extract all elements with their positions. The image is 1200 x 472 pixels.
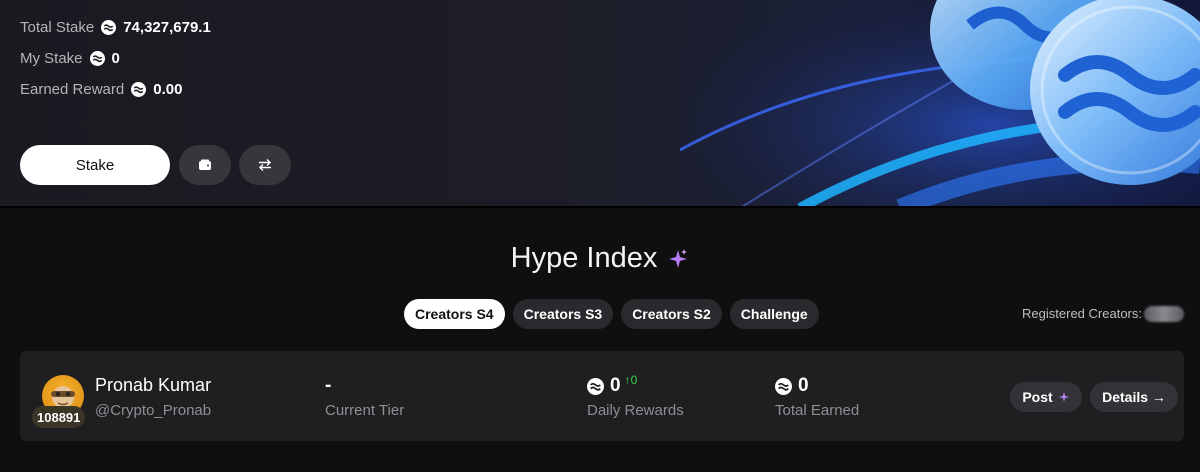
tab-creators-s4[interactable]: Creators S4 — [404, 299, 505, 329]
sparkle-icon — [669, 248, 688, 268]
coin-icon — [89, 50, 105, 66]
post-button[interactable]: Post — [1010, 382, 1082, 412]
earned-reward-label: Earned Reward — [20, 80, 125, 98]
stake-button[interactable]: Stake — [20, 145, 170, 185]
earned-reward-row: Earned Reward 0.00 — [20, 79, 182, 99]
creator-handle: @Crypto_Pronab — [95, 402, 212, 419]
daily-rewards-value-row: 0 ↑0 — [587, 373, 638, 397]
coin-icon — [775, 377, 792, 395]
current-tier-label: Current Tier — [325, 402, 405, 419]
total-stake-row: Total Stake 74,327,679.1 — [20, 17, 211, 37]
earned-reward-value: 0.00 — [153, 80, 183, 98]
daily-rewards-label: Daily Rewards — [587, 402, 684, 419]
swap-arrows-icon — [259, 159, 271, 171]
swap-button[interactable] — [239, 145, 291, 185]
wallet-icon — [199, 159, 211, 170]
total-stake-value: 74,327,679.1 — [123, 18, 211, 36]
total-stake-label: Total Stake — [20, 18, 95, 36]
my-stake-row: My Stake 0 — [20, 48, 120, 68]
wallet-button[interactable] — [179, 145, 231, 185]
post-button-label: Post — [1022, 389, 1053, 405]
creator-name[interactable]: Pronab Kumar — [95, 375, 211, 396]
registered-creators-count-redacted — [1144, 306, 1184, 322]
coin-icon — [587, 377, 604, 395]
my-stake-value: 0 — [111, 49, 120, 67]
daily-rewards-change: ↑0 — [624, 373, 638, 387]
daily-rewards-value: 0 — [610, 375, 621, 396]
current-tier-value: - — [325, 375, 332, 396]
coin-artwork — [680, 0, 1200, 206]
total-earned-value: 0 — [798, 375, 809, 396]
registered-creators-label: Registered Creators: — [1022, 306, 1142, 321]
creator-card: 108891 Pronab Kumar @Crypto_Pronab - Cur… — [20, 351, 1184, 441]
staking-banner: Total Stake 74,327,679.1 My Stake 0 Earn… — [0, 0, 1200, 208]
hype-index-heading: Hype Index — [0, 242, 1200, 275]
total-earned-value-row: 0 — [775, 375, 809, 397]
total-earned-label: Total Earned — [775, 402, 860, 419]
creator-tabs: Creators S4 Creators S3 Creators S2 Chal… — [404, 299, 819, 329]
hype-index-title: Hype Index — [510, 242, 658, 274]
creator-rank-badge: 108891 — [32, 406, 86, 428]
sparkle-icon — [1058, 392, 1069, 402]
tab-challenge[interactable]: Challenge — [729, 299, 819, 329]
coin-icon — [101, 19, 117, 35]
tab-creators-s3[interactable]: Creators S3 — [512, 299, 614, 329]
details-button[interactable]: Details → — [1090, 382, 1178, 412]
my-stake-label: My Stake — [20, 49, 83, 67]
tab-creators-s2[interactable]: Creators S2 — [621, 299, 722, 329]
coin-icon — [131, 81, 147, 97]
